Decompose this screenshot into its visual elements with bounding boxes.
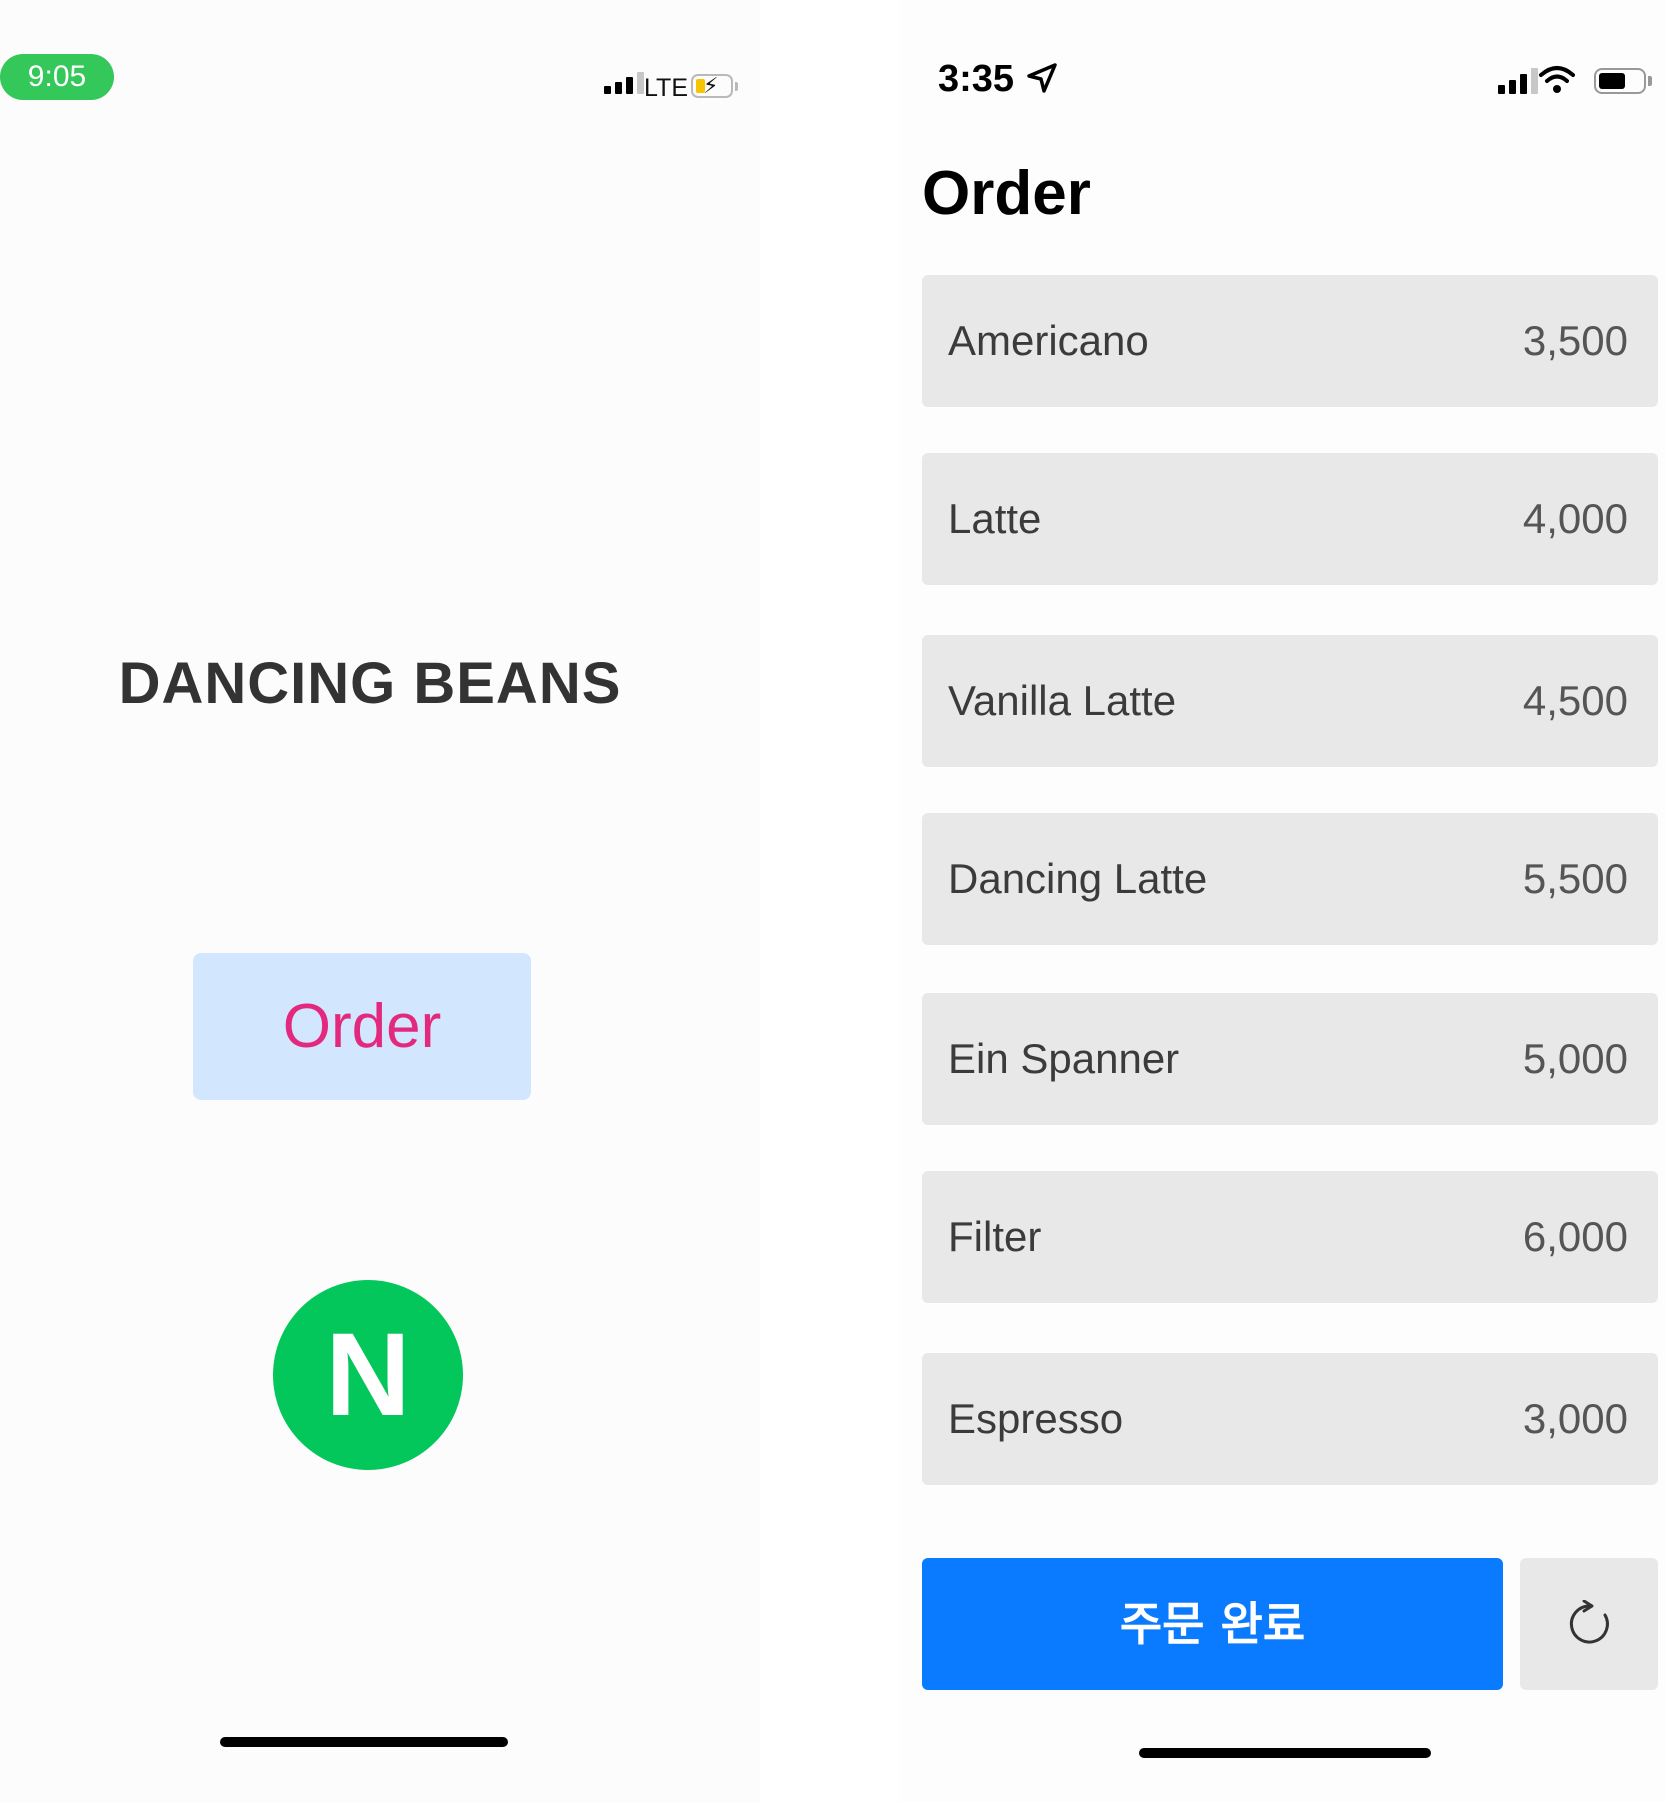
cellular-signal-icon (604, 72, 644, 94)
battery-icon (1594, 68, 1646, 94)
order-button[interactable]: Order (193, 953, 531, 1100)
home-indicator[interactable] (1139, 1748, 1431, 1758)
menu-item-name: Filter (948, 1213, 1042, 1260)
menu-item-name: Vanilla Latte (948, 677, 1177, 724)
menu-item-price: 5,000 (1522, 1035, 1628, 1082)
home-screen: 9:05 LTE ⚡ DANCING BEANS Order N (0, 0, 760, 1802)
menu-item-americano[interactable]: Americano 3,500 (922, 275, 1658, 407)
brand-logo-text: DANCING BEANS (118, 651, 622, 716)
menu-item-name: Dancing Latte (948, 855, 1208, 902)
battery-charging-icon: ⚡ (691, 73, 733, 98)
menu-item-name: Latte (948, 495, 1042, 542)
reset-button[interactable] (1520, 1558, 1658, 1690)
battery-cap (1648, 76, 1652, 86)
network-type-label: LTE (644, 74, 688, 102)
menu-item-price: 6,000 (1522, 1213, 1628, 1260)
home-indicator[interactable] (220, 1737, 508, 1747)
menu-item-price: 5,500 (1522, 855, 1628, 902)
menu-item-price: 4,500 (1522, 677, 1628, 724)
battery-cap (735, 82, 738, 91)
menu-item-name: Espresso (948, 1395, 1124, 1442)
refresh-icon (1569, 1600, 1609, 1644)
page-title: Order (922, 159, 1091, 228)
menu-item-latte[interactable]: Latte 4,000 (922, 453, 1658, 585)
menu-item-espresso[interactable]: Espresso 3,000 (922, 1353, 1658, 1485)
menu-item-price: 3,000 (1522, 1395, 1628, 1442)
location-arrow-icon (1027, 63, 1057, 93)
order-screen: 3:35 Order Americano 3,500 Latte 4,000 V… (900, 0, 1666, 1802)
wifi-icon (1539, 66, 1575, 93)
menu-item-price: 4,000 (1522, 495, 1628, 542)
cellular-signal-icon (1498, 68, 1538, 94)
naver-logo-button[interactable]: N (273, 1280, 463, 1470)
status-time: 3:35 (938, 58, 1015, 100)
menu-item-ein-spanner[interactable]: Ein Spanner 5,000 (922, 993, 1658, 1125)
menu-item-vanilla-latte[interactable]: Vanilla Latte 4,500 (922, 635, 1658, 767)
complete-order-button[interactable]: 주문 완료 (922, 1558, 1503, 1690)
status-time-pill: 9:05 (0, 54, 114, 100)
menu-item-filter[interactable]: Filter 6,000 (922, 1171, 1658, 1303)
menu-item-price: 3,500 (1522, 317, 1628, 364)
menu-item-dancing-latte[interactable]: Dancing Latte 5,500 (922, 813, 1658, 945)
menu-item-name: Ein Spanner (948, 1035, 1180, 1082)
menu-item-name: Americano (948, 317, 1149, 364)
